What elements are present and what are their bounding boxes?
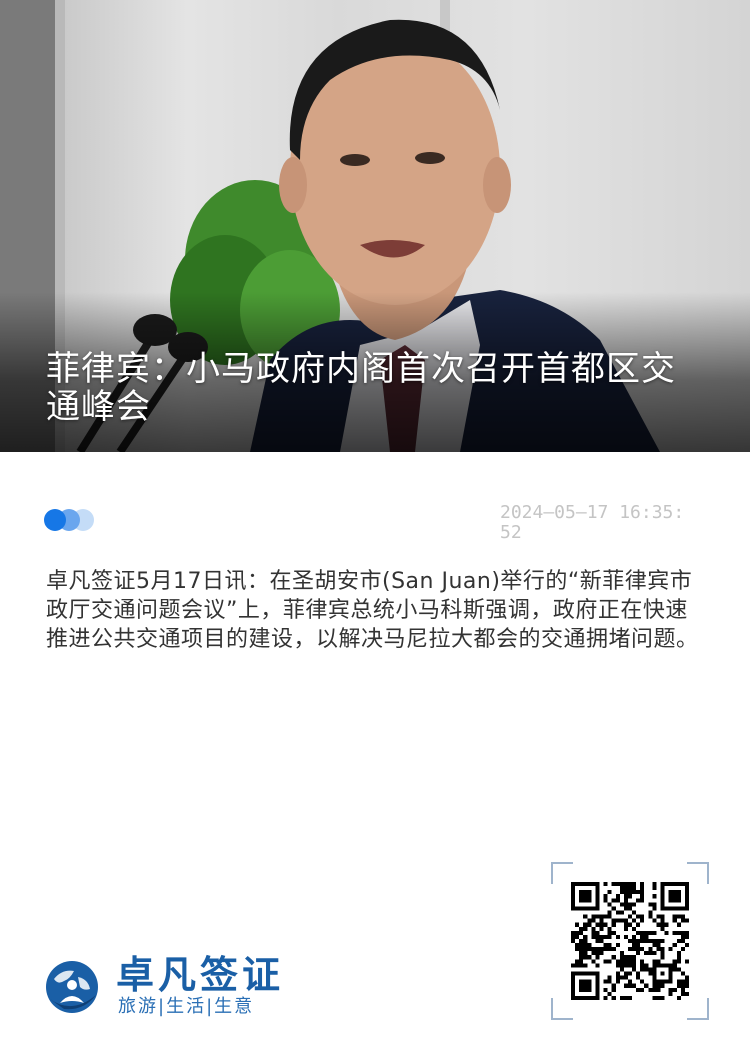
frame-corner (687, 862, 709, 884)
frame-corner (551, 862, 573, 884)
qr-code-icon[interactable] (571, 882, 689, 1000)
brand-logo: 卓凡签证 旅游|生活|生意 (44, 955, 304, 1019)
brand-name: 卓凡签证 (116, 953, 285, 997)
brand-slogan: 旅游|生活|生意 (118, 996, 255, 1017)
article-title: 菲律宾：小马政府内阁首次召开首都区交通峰会 (46, 349, 676, 427)
hero-image: 菲律宾：小马政府内阁首次召开首都区交通峰会 (0, 0, 750, 452)
publish-date-line1: 2024–05–17 16:35: (500, 502, 685, 523)
frame-corner (551, 998, 573, 1020)
article-body: 卓凡签证5月17日讯：在圣胡安市(San Juan)举行的“新菲律宾市政厅交通问… (46, 569, 699, 652)
dot-dark (44, 509, 66, 531)
decorative-dots-icon (44, 509, 104, 531)
qr-code-frame (551, 862, 709, 1020)
publish-date: 2024–05–17 16:35: 52 (500, 503, 720, 543)
frame-corner (687, 998, 709, 1020)
globe-person-logo-icon (46, 961, 98, 1013)
publish-date-line2: 52 (500, 522, 522, 543)
